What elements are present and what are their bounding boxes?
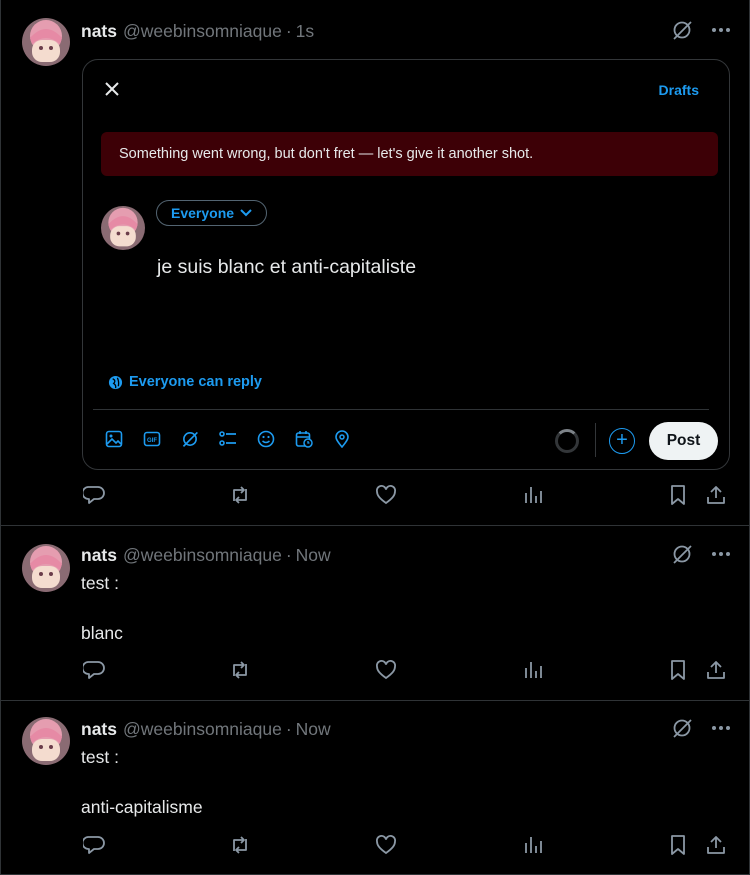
post-time[interactable]: Now <box>296 719 331 740</box>
post-text-line: blanc <box>81 623 123 643</box>
post-2[interactable]: nats @weebinsomniaque · Now test : blanc <box>1 526 750 701</box>
audience-label: Everyone <box>171 205 235 221</box>
post-1[interactable]: nats @weebinsomniaque · 1s Drafts Someth… <box>1 0 750 526</box>
svg-text:GIF: GIF <box>147 438 157 444</box>
author-handle[interactable]: @weebinsomniaque <box>123 21 282 42</box>
reply-icon[interactable] <box>83 834 105 856</box>
globe-icon <box>108 375 123 390</box>
composer-text[interactable]: je suis blanc et anti-capitaliste <box>157 256 416 279</box>
more-icon[interactable] <box>711 27 731 33</box>
error-banner: Something went wrong, but don't fret — l… <box>101 132 718 176</box>
post-actions <box>81 659 731 685</box>
post-text-line: test : <box>81 747 119 767</box>
author-name[interactable]: nats <box>81 719 117 740</box>
like-icon[interactable] <box>375 659 397 681</box>
like-icon[interactable] <box>375 484 397 506</box>
views-icon[interactable] <box>522 659 544 681</box>
composer-toolbar: GIF <box>105 430 351 448</box>
author-handle[interactable]: @weebinsomniaque <box>123 545 282 566</box>
repost-icon[interactable] <box>229 484 251 506</box>
grok-icon[interactable] <box>671 717 693 739</box>
divider <box>93 409 709 410</box>
audience-selector[interactable]: Everyone <box>156 200 268 226</box>
loading-spinner <box>555 429 579 453</box>
author-name[interactable]: nats <box>81 21 117 42</box>
separator-dot: · <box>285 718 292 739</box>
post-header: nats @weebinsomniaque · Now <box>81 544 331 566</box>
image-icon[interactable] <box>105 430 123 448</box>
separator-dot: · <box>285 20 292 41</box>
avatar[interactable] <box>22 544 70 592</box>
separator-dot: · <box>285 544 292 565</box>
grok-icon[interactable] <box>181 430 199 448</box>
post-top-icons <box>671 543 731 565</box>
bookmark-icon[interactable] <box>667 659 689 681</box>
schedule-icon[interactable] <box>295 430 313 448</box>
post-time[interactable]: Now <box>296 545 331 566</box>
like-icon[interactable] <box>375 834 397 856</box>
post-actions <box>81 834 731 860</box>
author-name[interactable]: nats <box>81 545 117 566</box>
post-text-line: test : <box>81 573 119 593</box>
share-icon[interactable] <box>705 834 727 856</box>
more-icon[interactable] <box>711 551 731 557</box>
views-icon[interactable] <box>522 484 544 506</box>
more-icon[interactable] <box>711 725 731 731</box>
vertical-divider <box>595 423 596 457</box>
share-icon[interactable] <box>705 484 727 506</box>
repost-icon[interactable] <box>229 834 251 856</box>
chevron-down-icon <box>240 209 252 217</box>
timeline: nats @weebinsomniaque · 1s Drafts Someth… <box>0 0 750 875</box>
repost-icon[interactable] <box>229 659 251 681</box>
post-button[interactable]: Post <box>649 422 718 460</box>
reply-icon[interactable] <box>83 659 105 681</box>
avatar[interactable] <box>22 18 70 66</box>
post-actions <box>81 484 731 510</box>
bookmark-icon[interactable] <box>667 484 689 506</box>
gif-icon[interactable]: GIF <box>143 430 161 448</box>
post-3[interactable]: nats @weebinsomniaque · Now test : anti-… <box>1 701 750 875</box>
share-icon[interactable] <box>705 659 727 681</box>
add-post-button[interactable]: + <box>609 428 635 454</box>
close-icon[interactable] <box>103 80 121 98</box>
grok-icon[interactable] <box>671 19 693 41</box>
drafts-button[interactable]: Drafts <box>659 82 699 98</box>
post-top-icons <box>671 19 731 41</box>
composer-avatar <box>101 206 145 250</box>
author-handle[interactable]: @weebinsomniaque <box>123 719 282 740</box>
post-text-line: anti-capitalisme <box>81 797 203 817</box>
bookmark-icon[interactable] <box>667 834 689 856</box>
post-time[interactable]: 1s <box>296 21 314 42</box>
post-composer: Drafts Something went wrong, but don't f… <box>82 59 730 470</box>
reply-setting-label: Everyone can reply <box>129 374 262 390</box>
views-icon[interactable] <box>522 834 544 856</box>
reply-setting-button[interactable]: Everyone can reply <box>108 374 262 390</box>
post-header: nats @weebinsomniaque · Now <box>81 718 331 740</box>
poll-icon[interactable] <box>219 430 237 448</box>
location-icon[interactable] <box>333 430 351 448</box>
reply-icon[interactable] <box>83 484 105 506</box>
post-header: nats @weebinsomniaque · 1s <box>81 20 314 42</box>
emoji-icon[interactable] <box>257 430 275 448</box>
avatar[interactable] <box>22 717 70 765</box>
post-top-icons <box>671 717 731 739</box>
grok-icon[interactable] <box>671 543 693 565</box>
